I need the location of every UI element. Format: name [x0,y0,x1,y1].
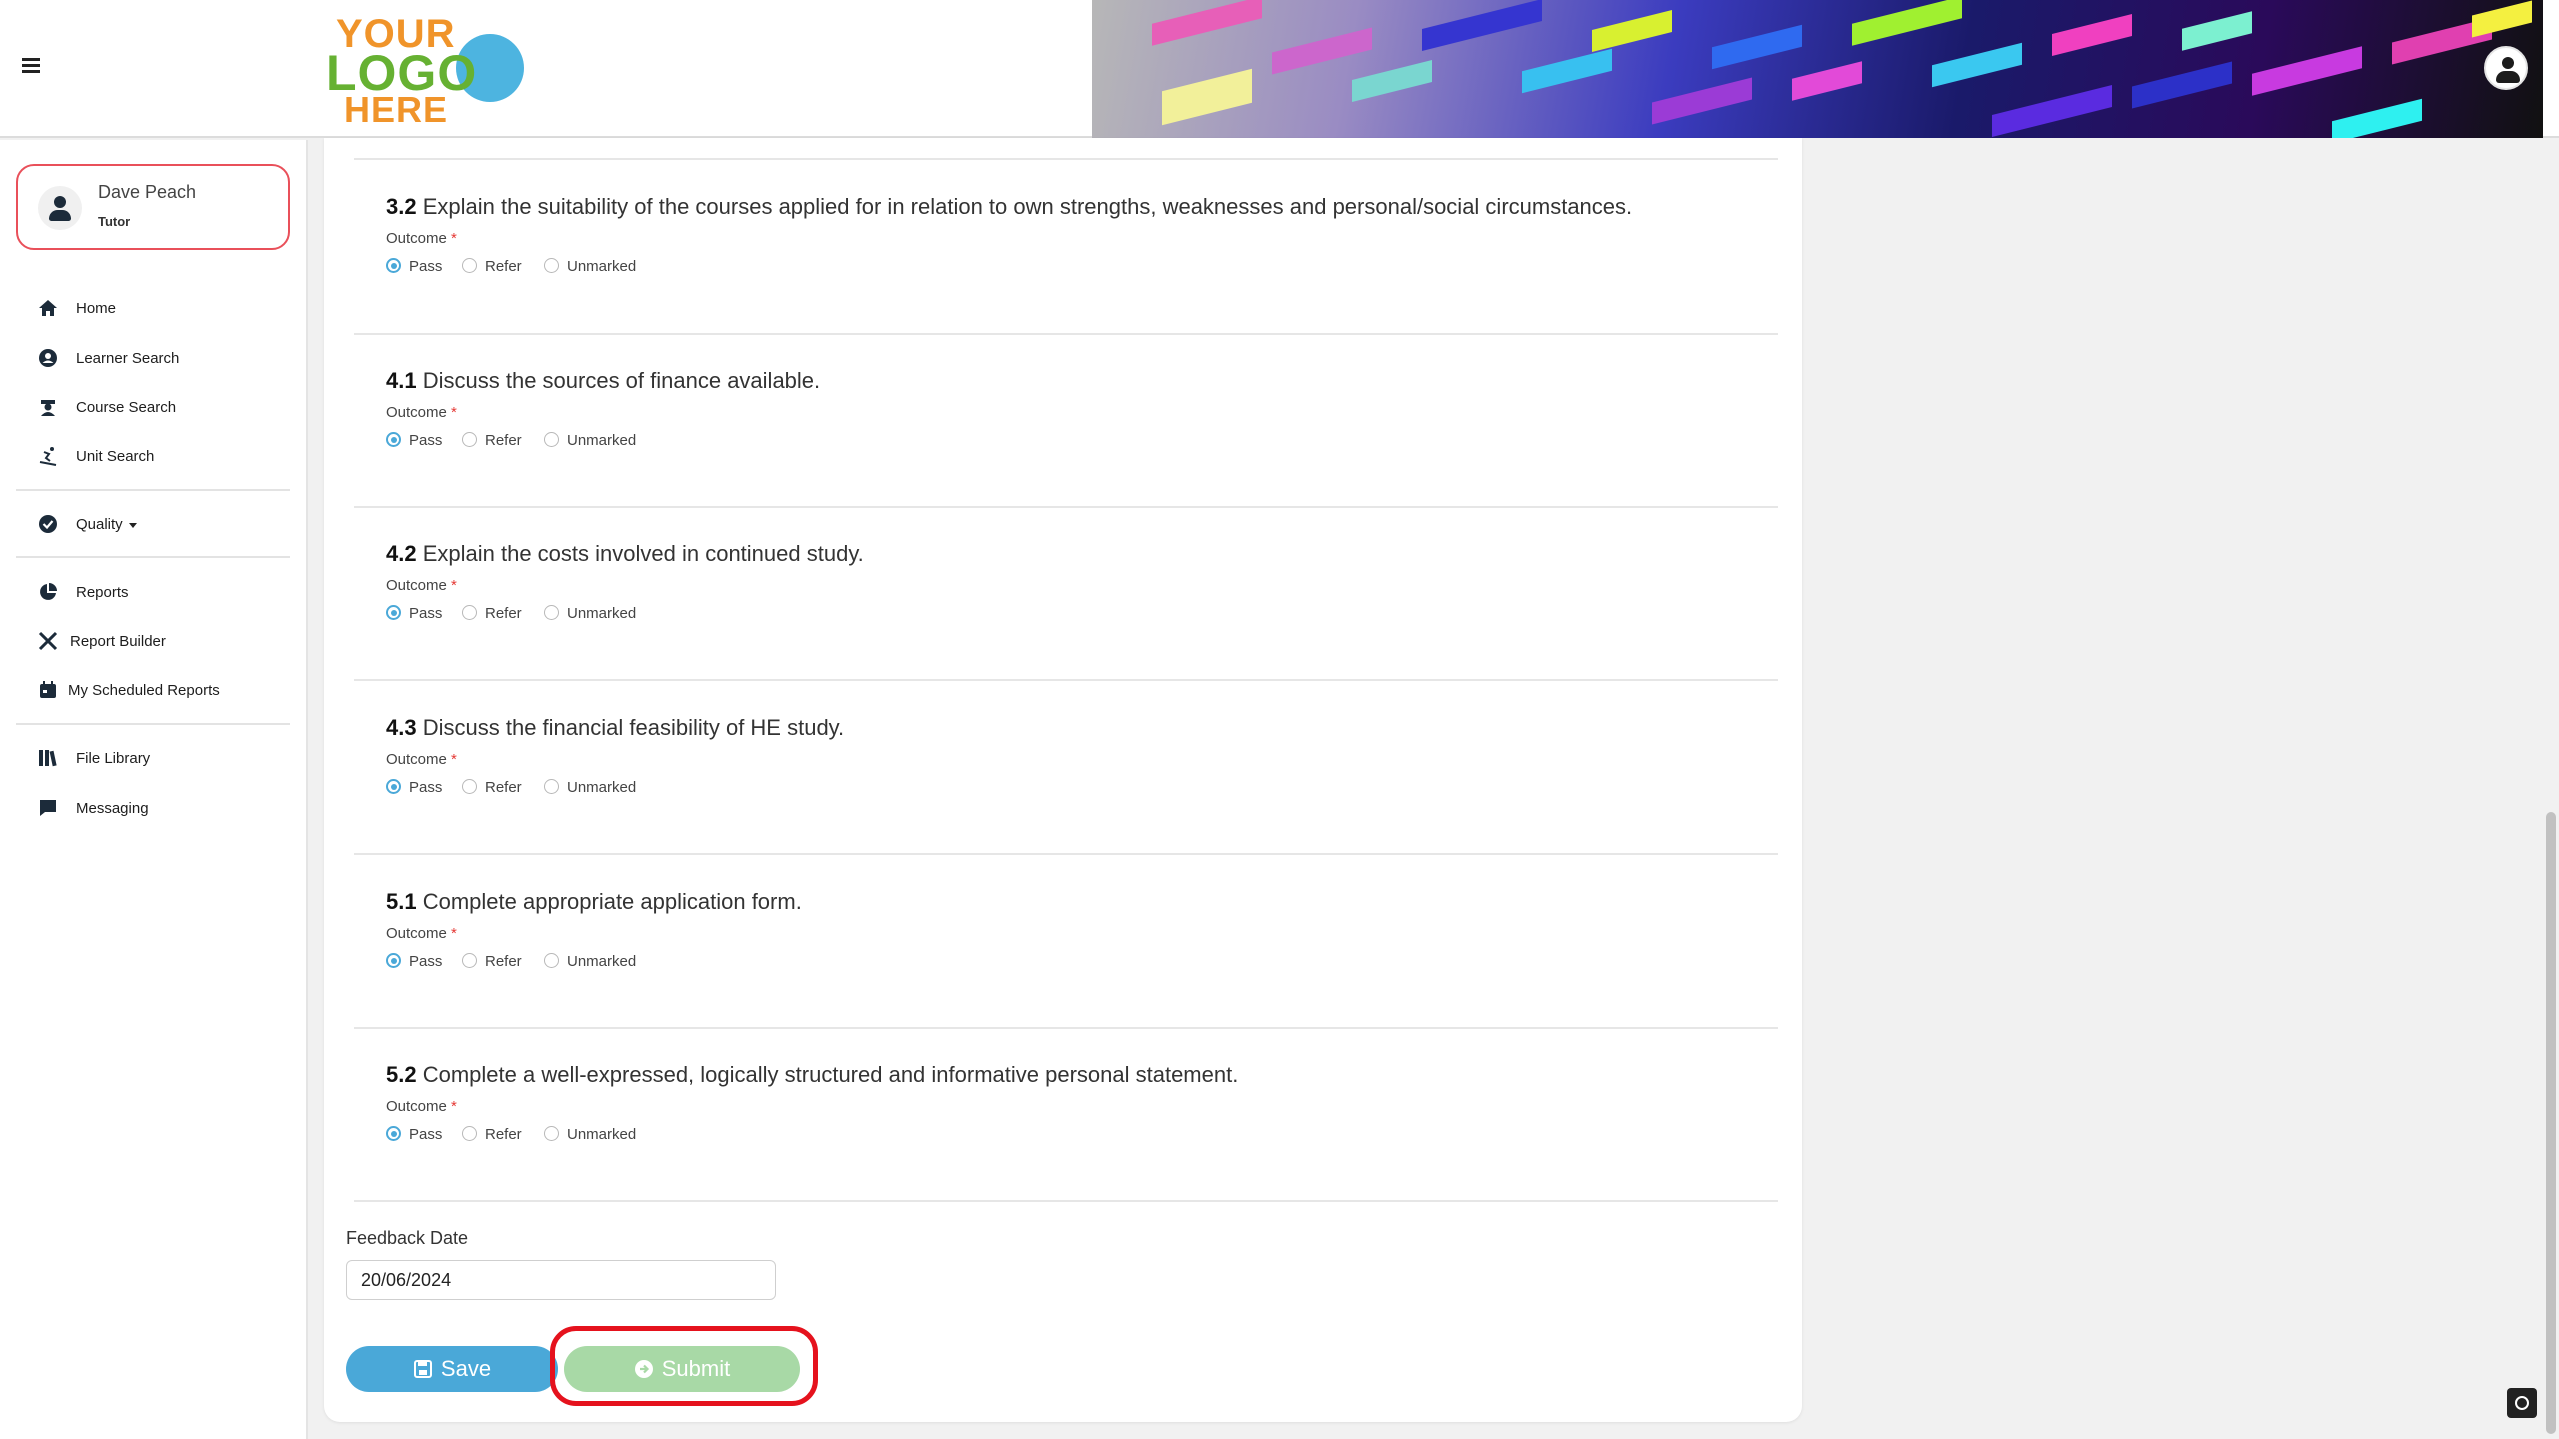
nav-divider [16,556,290,558]
header-banner-image [1092,0,2543,138]
nav-unit-search[interactable]: Unit Search [16,436,290,476]
outcome-label: Outcome * [386,577,457,594]
nav-learner-search[interactable]: Learner Search [16,338,290,378]
nav-reports-label: Reports [76,584,129,601]
company-logo[interactable]: YOUR LOGO HERE [326,12,524,130]
skiing-icon [39,447,57,466]
graduate-icon [41,400,55,416]
question-title: 4.3 Discuss the financial feasibility of… [386,715,845,740]
question-4-3: 4.3 Discuss the financial feasibility of… [386,715,845,796]
nav-unit-search-label: Unit Search [76,448,155,465]
pie-chart-icon [40,583,57,600]
question-3-2: 3.2 Explain the suitability of the cours… [386,194,1633,275]
outcome-label: Outcome * [386,230,457,247]
question-divider [354,333,1778,335]
question-divider [354,158,1778,160]
nav-quality[interactable]: Quality [16,504,290,544]
nav-learner-search-label: Learner Search [76,350,180,367]
feedback-date-input[interactable] [346,1260,776,1300]
nav-messaging[interactable]: Messaging [16,788,290,828]
floppy-disk-icon [413,1360,432,1378]
submit-highlight-outline [550,1326,818,1406]
question-title: 4.2 Explain the costs involved in contin… [386,541,864,566]
logo-line3: HERE [344,89,449,130]
user-name: Dave Peach [98,182,197,202]
nav-my-scheduled-reports-label: My Scheduled Reports [68,682,220,699]
question-title: 4.1 Discuss the sources of finance avail… [386,368,821,393]
question-title: 5.1 Complete appropriate application for… [386,889,802,914]
nav-divider [16,723,290,725]
home-icon [39,300,57,316]
nav-course-search[interactable]: Course Search [16,387,290,427]
question-title: 5.2 Complete a well-expressed, logically… [386,1062,1239,1087]
question-divider [354,1027,1778,1029]
question-4-1: 4.1 Discuss the sources of finance avail… [386,368,821,449]
page-scrollbar-thumb[interactable] [2546,812,2556,1434]
user-avatar-icon [38,186,82,230]
feedback-date-label: Feedback Date [346,1228,469,1248]
nav-file-library[interactable]: File Library [16,738,290,778]
user-circle-icon [39,349,57,367]
nav-report-builder-label: Report Builder [70,633,166,650]
nav-file-library-label: File Library [76,750,151,767]
question-divider [354,679,1778,681]
nav-report-builder[interactable]: Report Builder [16,621,290,661]
hamburger-menu-icon[interactable] [22,58,40,73]
accessibility-icon[interactable] [2507,1388,2537,1418]
nav-quality-label: Quality [76,516,137,533]
nav-course-search-label: Course Search [76,399,177,416]
question-divider [354,506,1778,508]
nav-home-label: Home [76,300,117,317]
question-divider [354,1200,1778,1202]
calendar-icon [40,681,56,698]
sidebar: Dave Peach Tutor Home Learner Search Cou… [0,140,308,1439]
chevron-down-icon [128,522,137,528]
tools-icon [38,631,58,651]
nav-my-scheduled-reports[interactable]: My Scheduled Reports [16,670,290,710]
nav-home[interactable]: Home [16,288,290,328]
chat-icon [40,800,56,816]
outcome-label: Outcome * [386,751,457,768]
nav-reports[interactable]: Reports [16,572,290,612]
top-bar: YOUR LOGO HERE [0,0,2559,138]
question-title: 3.2 Explain the suitability of the cours… [386,194,1633,219]
question-4-2: 4.2 Explain the costs involved in contin… [386,541,864,622]
books-icon [39,750,57,767]
outcome-label: Outcome * [386,925,457,942]
user-role: Tutor [98,214,131,229]
question-5-1: 5.1 Complete appropriate application for… [386,889,802,970]
nav-messaging-label: Messaging [76,800,149,817]
outcome-label: Outcome * [386,404,457,421]
question-5-2: 5.2 Complete a well-expressed, logically… [386,1062,1239,1143]
outcome-label: Outcome * [386,1098,457,1115]
question-divider [354,853,1778,855]
assessment-form-card: 3.2 Explain the suitability of the cours… [324,138,1802,1422]
save-button[interactable]: Save [346,1346,558,1392]
user-account-icon[interactable] [2484,46,2528,90]
check-circle-icon [39,515,57,533]
nav-divider [16,489,290,491]
user-profile-card[interactable]: Dave Peach Tutor [16,164,290,250]
